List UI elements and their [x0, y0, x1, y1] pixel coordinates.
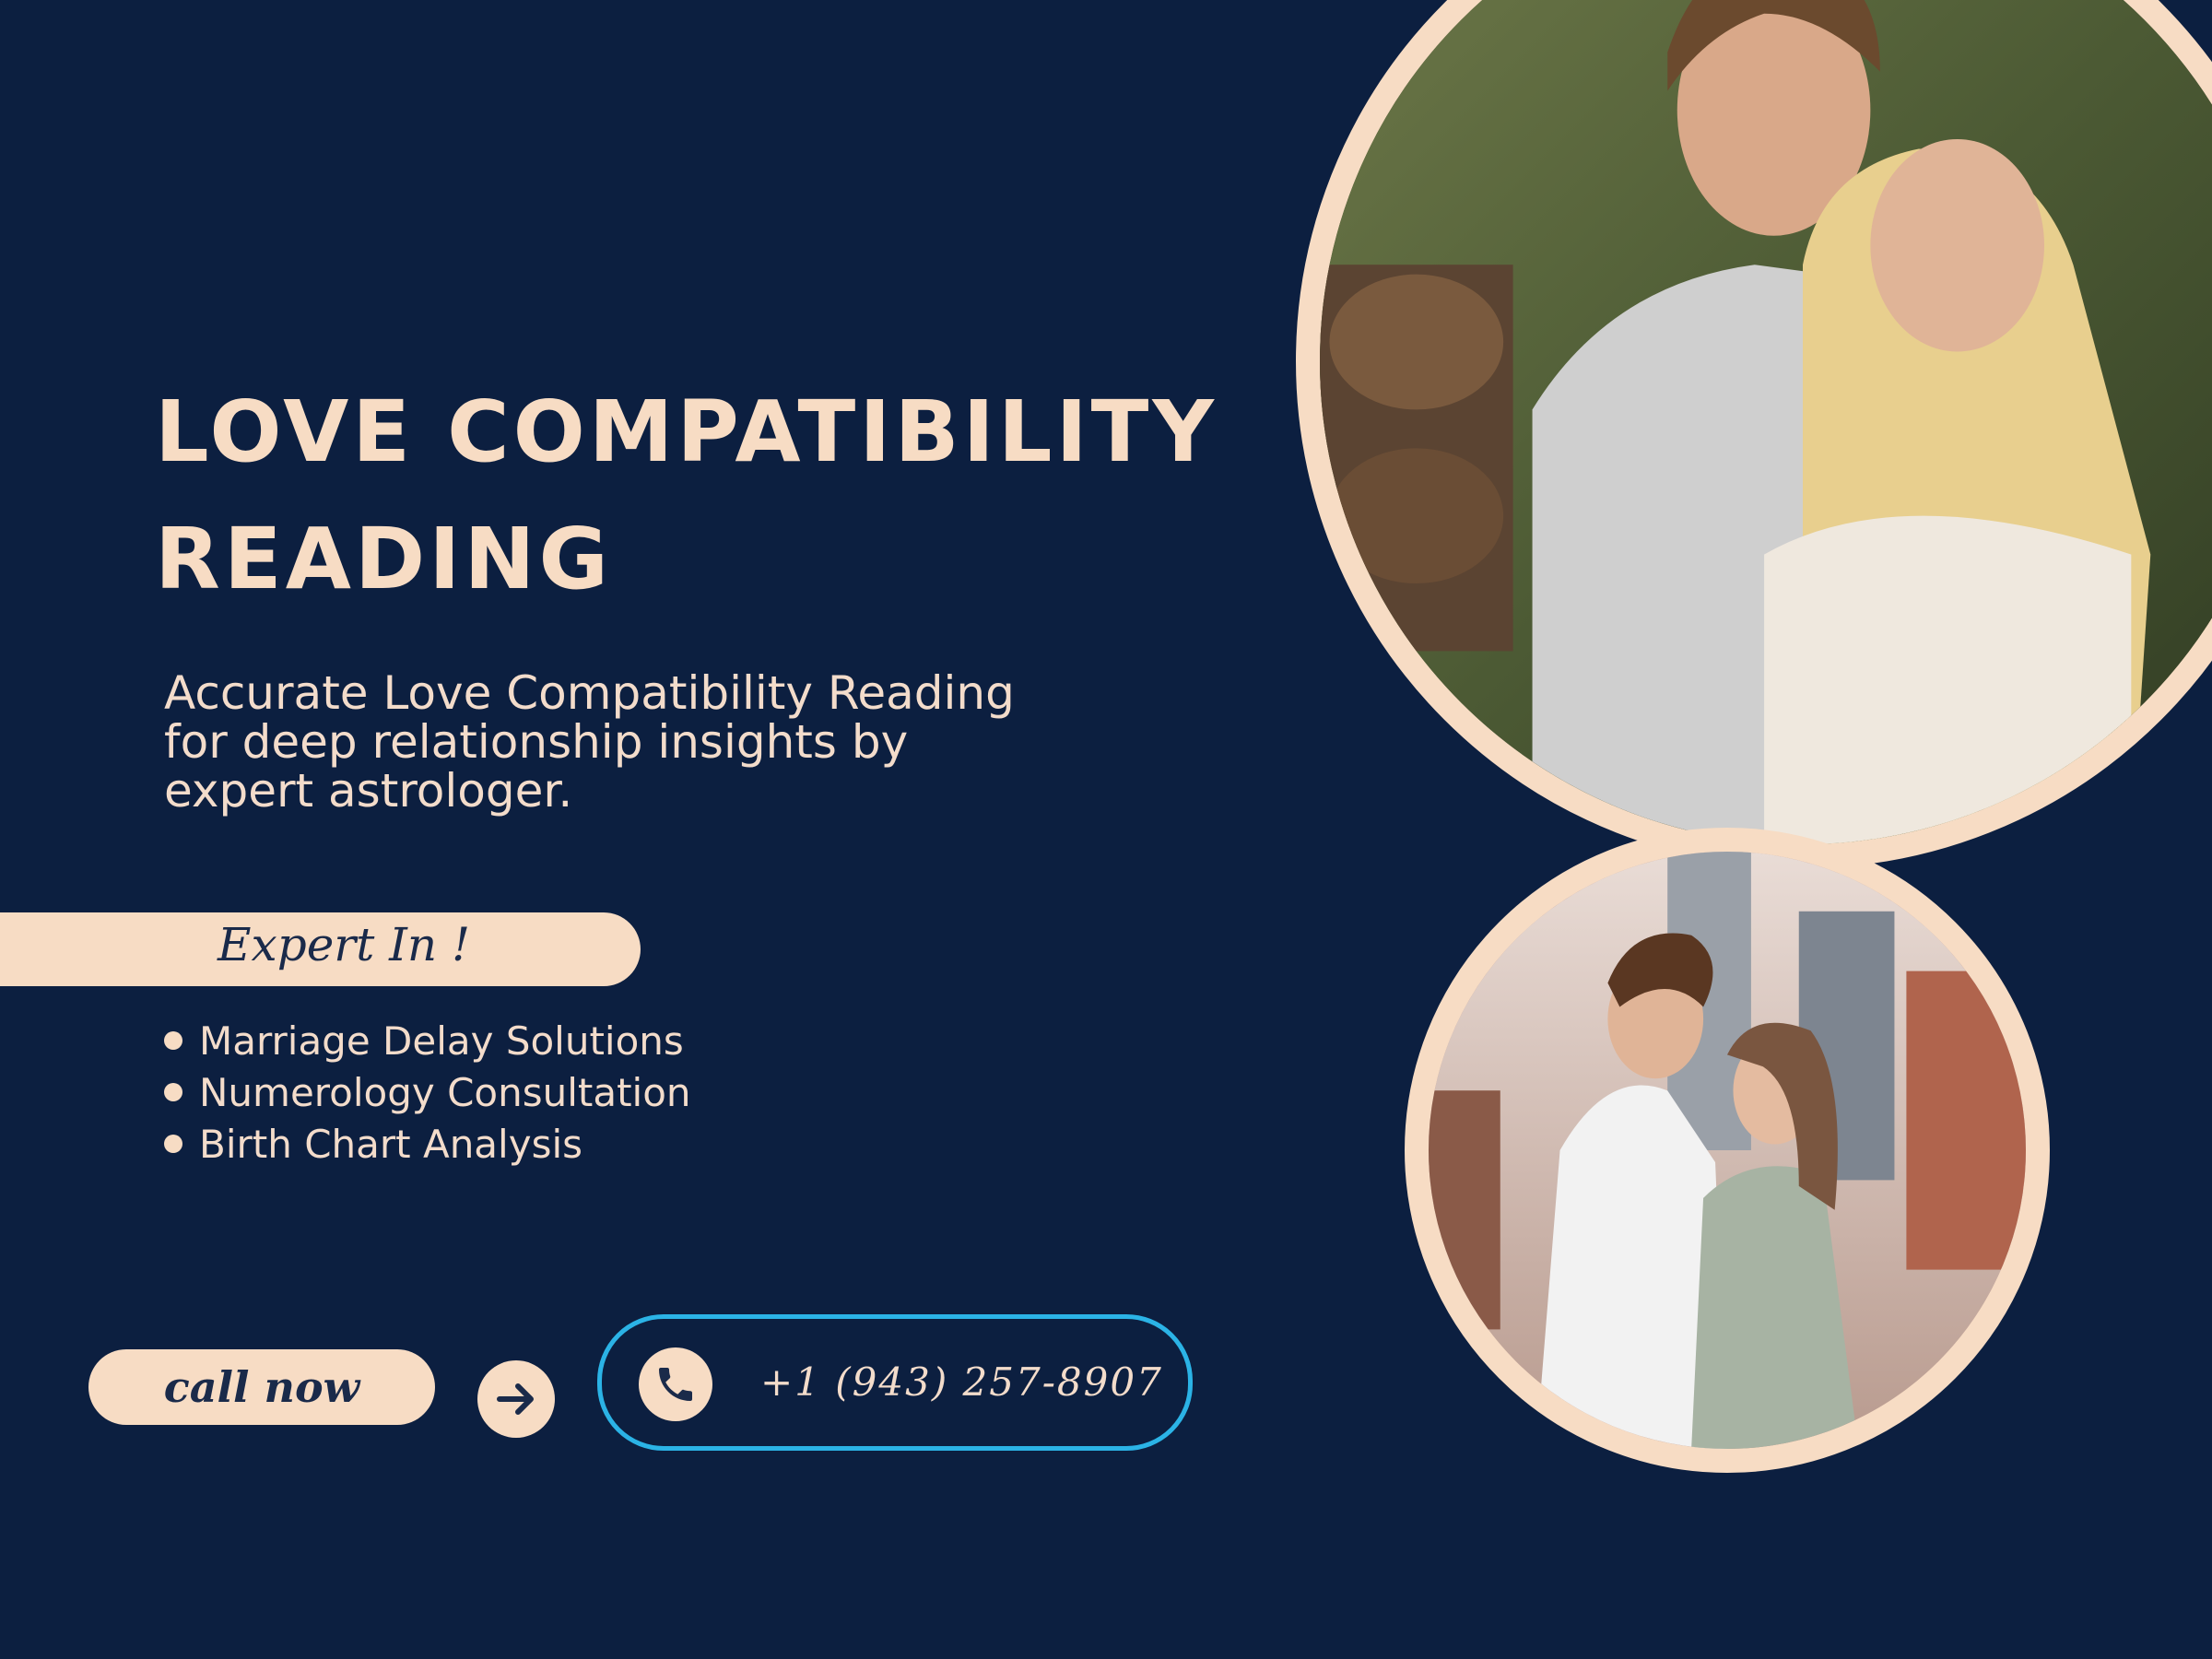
photo-small-illustration — [1429, 852, 2026, 1449]
arrow-right-icon — [497, 1383, 534, 1415]
title-line-1: LOVE COMPATIBILITY — [155, 382, 1218, 481]
subtitle: Accurate Love Compatibility Reading for … — [164, 669, 1141, 816]
services-list: Marriage Delay Solutions Numerology Cons… — [164, 1016, 691, 1171]
couple-photo-small — [1405, 828, 2050, 1473]
subtitle-line-1: Accurate Love Compatibility Reading — [164, 666, 1015, 720]
bullet-icon — [164, 1135, 182, 1153]
subtitle-line-3: expert astrologer. — [164, 764, 573, 818]
subtitle-line-2: for deep relationship insights by — [164, 715, 909, 769]
list-item: Numerology Consultation — [164, 1067, 691, 1119]
service-label: Birth Chart Analysis — [199, 1122, 583, 1167]
phone-number: +1 (943) 257-8907 — [760, 1359, 1163, 1405]
phone-icon — [639, 1347, 712, 1421]
bullet-icon — [164, 1031, 182, 1050]
phone-link[interactable]: +1 (943) 257-8907 — [597, 1314, 1193, 1451]
call-now-label: call now — [163, 1362, 360, 1412]
arrow-right-button[interactable] — [477, 1360, 555, 1438]
photo-large-illustration — [1320, 0, 2212, 844]
expert-label: Expert In ! — [218, 918, 471, 971]
couple-photo-large — [1296, 0, 2212, 868]
page-title: LOVE COMPATIBILITY READING — [155, 369, 1261, 623]
list-item: Birth Chart Analysis — [164, 1119, 691, 1171]
service-label: Numerology Consultation — [199, 1070, 691, 1115]
list-item: Marriage Delay Solutions — [164, 1016, 691, 1067]
service-label: Marriage Delay Solutions — [199, 1018, 684, 1064]
call-now-button[interactable]: call now — [88, 1349, 435, 1425]
title-line-2: READING — [155, 510, 612, 608]
bullet-icon — [164, 1083, 182, 1101]
